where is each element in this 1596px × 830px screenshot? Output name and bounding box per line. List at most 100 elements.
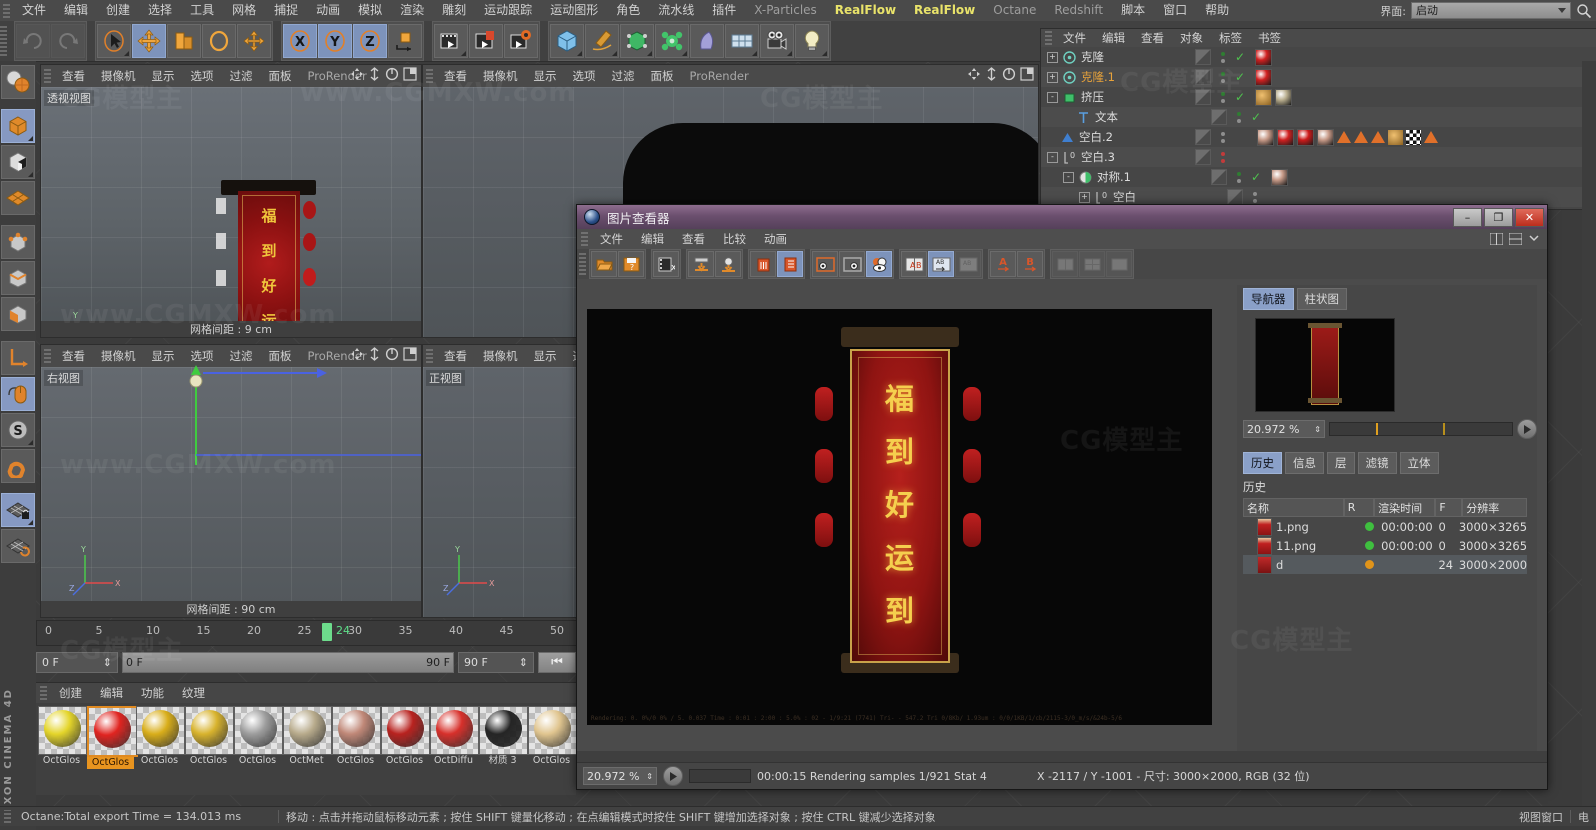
info-tab-滤镜[interactable]: 滤镜: [1357, 452, 1397, 474]
axis-move-tool[interactable]: [237, 24, 271, 58]
visibility-dots[interactable]: [1253, 191, 1257, 203]
tool-workplane-mode[interactable]: [1, 181, 35, 215]
navigator-zoom-slider[interactable]: [1329, 422, 1513, 436]
menu-item-13[interactable]: 角色: [607, 0, 649, 21]
viewport-scale-icon[interactable]: [368, 67, 381, 81]
rotate-tool[interactable]: [202, 24, 236, 58]
visibility-dot[interactable]: [1221, 151, 1225, 156]
object-row[interactable]: 空白.2: [1041, 127, 1596, 147]
object-row[interactable]: - 对称.1 ✓: [1041, 167, 1596, 187]
material-item[interactable]: OctGlos: [136, 706, 185, 769]
select-tool[interactable]: [97, 24, 131, 58]
viewport-front-menu-0[interactable]: 查看: [436, 348, 475, 364]
object-visibility-toggle[interactable]: [1195, 69, 1211, 85]
viewport-perspective-menu-1[interactable]: 摄像机: [93, 68, 144, 84]
picture-viewer-titlebar[interactable]: 图片查看器 – ❐ ✕: [577, 205, 1547, 229]
viewport-perspective-menu-0[interactable]: 查看: [54, 68, 93, 84]
compare-ab-button[interactable]: AB: [901, 251, 927, 277]
view-a-button[interactable]: [812, 251, 838, 277]
tree-expander[interactable]: +: [1047, 71, 1058, 83]
status-zoom-field[interactable]: 20.972 % ⇕: [583, 767, 657, 785]
dot-tag[interactable]: [1255, 88, 1273, 106]
timeline-playhead[interactable]: [322, 623, 332, 641]
viewport-rotate-icon[interactable]: [1002, 67, 1016, 81]
visibility-dot[interactable]: [1221, 78, 1225, 83]
material-tag[interactable]: [1275, 88, 1293, 106]
menu-item-1[interactable]: 编辑: [55, 0, 97, 21]
material-tag[interactable]: [1277, 128, 1294, 146]
viewport-top-menu-3[interactable]: 选项: [565, 68, 604, 84]
menu-item-7[interactable]: 动画: [307, 0, 349, 21]
menu-item-9[interactable]: 渲染: [391, 0, 433, 21]
object-row[interactable]: 文本 ✓: [1041, 107, 1596, 127]
view-ab-button[interactable]: [866, 251, 892, 277]
layout-single-button[interactable]: [1106, 251, 1132, 277]
info-tab-信息[interactable]: 信息: [1285, 452, 1324, 474]
navigator-preview[interactable]: [1255, 318, 1395, 412]
pv-panel-icon[interactable]: [1509, 233, 1522, 245]
timeline-ruler[interactable]: 0 5 10 15 20 25 30 35 40 45 50 24: [36, 620, 578, 646]
tree-expander[interactable]: +: [1079, 191, 1090, 203]
material-item[interactable]: OctGlos: [528, 706, 577, 769]
triangle-tag[interactable]: [1337, 131, 1351, 143]
generator-button[interactable]: [620, 24, 654, 58]
object-drag-handle[interactable]: [1045, 31, 1052, 45]
triangle-tag[interactable]: [1354, 131, 1368, 143]
viewport-move-icon[interactable]: [350, 67, 364, 81]
material-item[interactable]: OctGlos: [38, 706, 87, 769]
material-item[interactable]: OctGlos: [87, 706, 138, 769]
navigator-zoom-field[interactable]: 20.972 % ⇕: [1243, 420, 1325, 438]
status-play-icon[interactable]: [663, 766, 683, 786]
material-tag[interactable]: [1255, 68, 1273, 86]
tool-lock-workplane[interactable]: [1, 493, 35, 527]
visibility-dot[interactable]: [1221, 71, 1225, 76]
viewport-rotate-icon[interactable]: [385, 67, 399, 81]
close-button[interactable]: ✕: [1515, 208, 1544, 227]
object-visibility-toggle[interactable]: [1195, 129, 1211, 145]
enabled-check-icon[interactable]: ✓: [1251, 170, 1261, 184]
render-region-button[interactable]: [469, 24, 503, 58]
visibility-dots[interactable]: [1237, 171, 1241, 183]
object-menu-file[interactable]: 文件: [1055, 30, 1094, 46]
visibility-dots[interactable]: [1221, 151, 1225, 163]
material-drag-handle[interactable]: [40, 686, 47, 700]
material-menu-edit[interactable]: 编辑: [91, 685, 132, 701]
viewport-top-menu-6[interactable]: ProRender: [682, 69, 757, 83]
set-b-button[interactable]: B: [1017, 251, 1043, 277]
open-image-button[interactable]: [591, 251, 617, 277]
tree-expander[interactable]: -: [1063, 171, 1074, 183]
history-col-4[interactable]: 分辨率: [1462, 498, 1527, 517]
visibility-dots[interactable]: [1237, 111, 1241, 123]
visibility-dot[interactable]: [1253, 198, 1257, 203]
layout-side-button[interactable]: [1052, 251, 1078, 277]
scene-floor-button[interactable]: [725, 24, 759, 58]
object-visibility-toggle[interactable]: [1195, 49, 1211, 65]
material-item[interactable]: 材质 3: [479, 706, 528, 769]
material-menu-create[interactable]: 创建: [50, 685, 91, 701]
scale-tool[interactable]: [167, 24, 201, 58]
enabled-check-icon[interactable]: ✓: [1235, 50, 1245, 64]
triangle-tag[interactable]: [1371, 131, 1385, 143]
tool-soft-selection[interactable]: S: [1, 413, 35, 447]
viewport-scale-icon[interactable]: [985, 67, 998, 81]
visibility-dot[interactable]: [1221, 158, 1225, 163]
lock-z-button[interactable]: Z: [353, 24, 387, 58]
menu-item-14[interactable]: 流水线: [649, 0, 703, 21]
tree-expander[interactable]: -: [1047, 91, 1058, 103]
object-menu-tag[interactable]: 标签: [1211, 30, 1250, 46]
object-tree[interactable]: + 克隆 ✓ + 克隆.1 ✓ - 挤压 ✓ 文本 ✓ 空白.2-0 空白.3- 对称.1 ✓ +0 空白: [1041, 47, 1596, 209]
history-list-button[interactable]: [777, 251, 803, 277]
pv-menu-edit[interactable]: 编辑: [632, 231, 673, 247]
viewport-right-menu-0[interactable]: 查看: [54, 348, 93, 364]
viewport-drag-handle[interactable]: [426, 349, 433, 363]
lock-y-button[interactable]: Y: [318, 24, 352, 58]
viewport-perspective-menu-2[interactable]: 显示: [144, 68, 183, 84]
visibility-dot[interactable]: [1237, 171, 1241, 176]
render-view-button[interactable]: [434, 24, 468, 58]
triangle-tag[interactable]: [1424, 131, 1438, 143]
menubar-drag-handle[interactable]: [3, 3, 10, 18]
pv-collapse-icon[interactable]: [1528, 233, 1541, 245]
menu-item-16[interactable]: X-Particles: [745, 0, 826, 21]
menu-item-18[interactable]: RealFlow: [905, 0, 984, 21]
viewport-drag-handle[interactable]: [426, 69, 433, 83]
